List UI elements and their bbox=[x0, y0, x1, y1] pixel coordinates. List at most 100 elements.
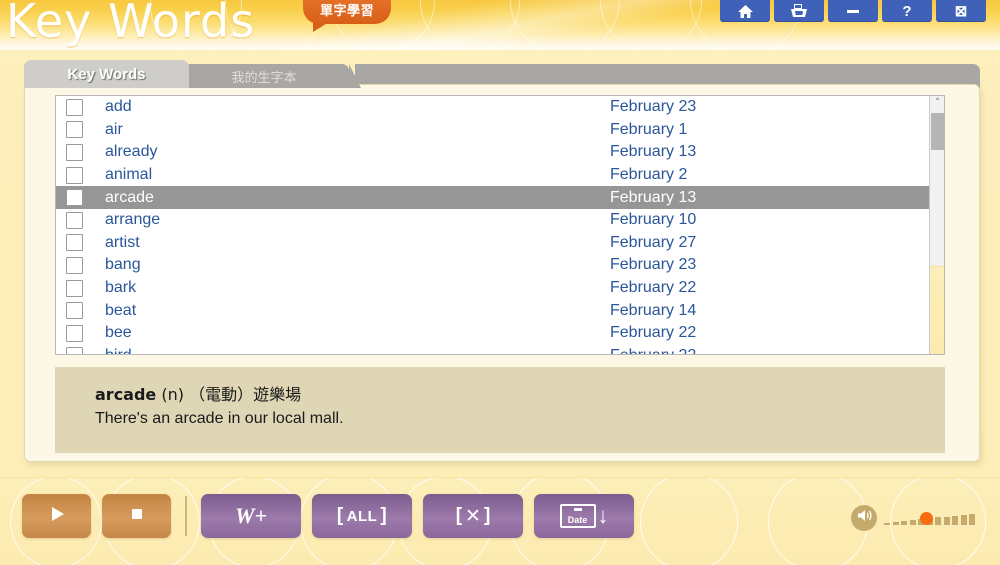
row-word: animal bbox=[105, 166, 153, 184]
play-button[interactable] bbox=[22, 494, 91, 538]
volume-slider[interactable] bbox=[884, 509, 975, 527]
row-checkbox[interactable] bbox=[66, 98, 83, 116]
row-date: February 13 bbox=[610, 143, 697, 161]
row-word: arcade bbox=[105, 188, 154, 206]
row-date: February 1 bbox=[610, 120, 688, 138]
table-row[interactable]: animal February 2 bbox=[56, 164, 929, 187]
tab-my-vocabulary[interactable]: 我的生字本 bbox=[169, 64, 361, 88]
bracket-left-icon-2: [ bbox=[455, 505, 463, 526]
row-date: February 27 bbox=[610, 233, 697, 251]
row-word: air bbox=[105, 120, 123, 138]
table-row[interactable]: arcade February 13 bbox=[56, 186, 929, 209]
row-word: bark bbox=[105, 279, 137, 297]
row-checkbox[interactable] bbox=[66, 256, 83, 274]
table-row[interactable]: arrange February 10 bbox=[56, 209, 929, 232]
playback-toolbar: W+ [ ALL ] [ ✕ ] Date ↓ bbox=[22, 494, 645, 538]
add-word-label: W+ bbox=[234, 503, 268, 528]
row-word: bee bbox=[105, 324, 132, 342]
word-list-scrollbar[interactable]: ˄ ˅ bbox=[929, 96, 944, 354]
definition-headword-line: arcade (n) （電動）遊樂場 bbox=[95, 381, 945, 405]
row-checkbox[interactable] bbox=[66, 143, 83, 161]
volume-control[interactable] bbox=[851, 505, 975, 531]
row-word: arrange bbox=[105, 211, 161, 229]
cross-icon: ✕ bbox=[465, 505, 481, 527]
scroll-up-arrow[interactable]: ˄ bbox=[930, 96, 944, 111]
row-checkbox[interactable] bbox=[66, 166, 83, 184]
tab-key-words[interactable]: Key Words bbox=[24, 60, 189, 88]
select-all-button[interactable]: [ ALL ] bbox=[312, 494, 412, 538]
definition-part-of-speech: (n) bbox=[161, 385, 184, 404]
app-window: Key Words 單字學習 ? ⊠ Key Words 我的生字本 add F… bbox=[0, 0, 1000, 565]
home-icon bbox=[737, 4, 754, 19]
row-date: February 22 bbox=[610, 324, 697, 342]
bracket-right-icon: ] bbox=[380, 505, 388, 526]
volume-slider-thumb[interactable] bbox=[920, 512, 933, 525]
arrow-down-icon: ↓ bbox=[597, 503, 609, 528]
row-date: February 2 bbox=[610, 166, 688, 184]
definition-panel: arcade (n) （電動）遊樂場 There's an arcade in … bbox=[55, 367, 945, 453]
close-button[interactable]: ⊠ bbox=[936, 0, 986, 22]
select-all-label: [ ALL ] bbox=[337, 505, 387, 527]
row-checkbox[interactable] bbox=[66, 347, 83, 354]
table-row[interactable]: air February 1 bbox=[56, 119, 929, 142]
home-button[interactable] bbox=[720, 0, 770, 22]
row-word: beat bbox=[105, 301, 137, 319]
add-word-button[interactable]: W+ bbox=[201, 494, 301, 538]
row-checkbox[interactable] bbox=[66, 121, 83, 139]
window-controls: ? ⊠ bbox=[720, 0, 986, 22]
minimize-icon bbox=[845, 6, 861, 16]
table-row[interactable]: add February 23 bbox=[56, 96, 929, 119]
stop-button[interactable] bbox=[102, 494, 171, 538]
app-subtitle-badge: 單字學習 bbox=[303, 0, 391, 32]
app-subtitle-text: 單字學習 bbox=[319, 3, 374, 19]
definition-word: arcade bbox=[95, 385, 157, 404]
row-date: February 14 bbox=[610, 301, 697, 319]
row-checkbox[interactable] bbox=[66, 189, 83, 207]
sort-by-date-button[interactable]: Date ↓ bbox=[534, 494, 634, 538]
content-panel: add February 23 air February 1 already Februa… bbox=[24, 84, 980, 462]
table-row[interactable]: bark February 22 bbox=[56, 277, 929, 300]
table-row[interactable]: beat February 14 bbox=[56, 299, 929, 322]
shuffle-button[interactable]: [ ✕ ] bbox=[423, 494, 523, 538]
table-row[interactable]: bee February 22 bbox=[56, 322, 929, 345]
row-date: February 23 bbox=[610, 98, 697, 116]
speaker-button[interactable] bbox=[851, 505, 877, 531]
scrollbar-thumb[interactable] bbox=[931, 113, 944, 150]
stop-icon bbox=[129, 506, 145, 527]
row-word: bird bbox=[105, 347, 610, 354]
volume-bar bbox=[969, 514, 975, 525]
shuffle-label: [ ✕ ] bbox=[456, 505, 491, 528]
select-all-text: ALL bbox=[346, 507, 378, 525]
row-date: February 10 bbox=[610, 211, 697, 229]
row-checkbox[interactable] bbox=[66, 279, 83, 297]
volume-bar bbox=[884, 522, 890, 525]
scroll-down-arrow[interactable]: ˅ bbox=[930, 266, 944, 354]
title-bar: Key Words 單字學習 ? ⊠ bbox=[0, 0, 1000, 50]
definition-example-sentence: There's an arcade in our local mall. bbox=[95, 410, 344, 427]
row-word: add bbox=[105, 98, 132, 116]
table-row[interactable]: already February 13 bbox=[56, 141, 929, 164]
question-mark-icon: ? bbox=[902, 2, 912, 20]
row-checkbox[interactable] bbox=[66, 302, 83, 320]
table-row[interactable]: bang February 23 bbox=[56, 254, 929, 277]
sort-by-date-label: Date bbox=[567, 515, 588, 525]
row-checkbox[interactable] bbox=[66, 211, 83, 229]
row-date: February 23 bbox=[610, 256, 697, 274]
row-checkbox[interactable] bbox=[66, 324, 83, 342]
volume-bar bbox=[909, 519, 916, 525]
row-word: already bbox=[105, 143, 158, 161]
row-word: artist bbox=[105, 233, 140, 251]
table-row[interactable]: artist February 27 bbox=[56, 232, 929, 255]
word-list: add February 23 air February 1 already Februa… bbox=[55, 95, 945, 355]
row-checkbox[interactable] bbox=[66, 234, 83, 252]
close-boxed-icon: ⊠ bbox=[954, 2, 968, 20]
volume-bar bbox=[892, 521, 899, 525]
volume-bar bbox=[901, 520, 907, 525]
minimize-button[interactable] bbox=[828, 0, 878, 22]
volume-bar bbox=[935, 517, 941, 525]
table-row[interactable]: birdFebruary 22 bbox=[56, 345, 929, 354]
print-button[interactable] bbox=[774, 0, 824, 22]
row-date: February 13 bbox=[610, 188, 697, 206]
help-button[interactable]: ? bbox=[882, 0, 932, 22]
word-list-rows: add February 23 air February 1 already Februa… bbox=[56, 96, 929, 354]
